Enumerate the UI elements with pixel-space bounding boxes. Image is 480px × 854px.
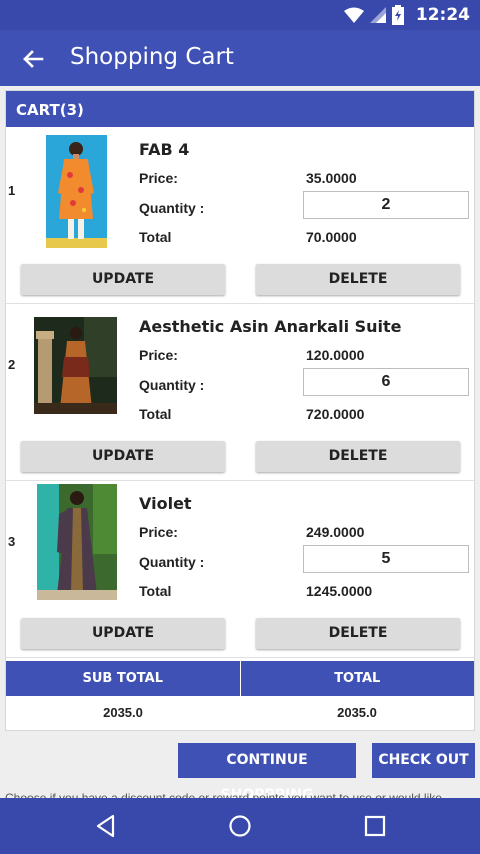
total-value: 70.0000	[306, 229, 357, 245]
signal-icon	[369, 7, 386, 23]
update-button[interactable]: UPDATE	[21, 441, 225, 472]
item-index: 1	[8, 183, 16, 198]
product-image	[34, 317, 117, 414]
battery-icon	[391, 5, 404, 25]
nav-back-icon[interactable]	[92, 812, 120, 840]
clock: 12:24	[415, 5, 470, 25]
delete-button[interactable]: DELETE	[256, 264, 460, 295]
totals-values: 2035.0 2035.0	[6, 696, 474, 730]
quantity-label: Quantity :	[139, 200, 205, 216]
update-button[interactable]: UPDATE	[21, 264, 225, 295]
total-label: Total	[139, 583, 172, 599]
cart-header: CART(3)	[6, 91, 474, 127]
price-value: 249.0000	[306, 524, 365, 540]
cart-item: 3 Violet Price: 249.0000 Quantity : 5 To…	[6, 481, 474, 658]
product-image	[37, 484, 117, 600]
subtotal-header: SUB TOTAL	[6, 661, 241, 696]
price-label: Price:	[139, 524, 178, 540]
nav-home-icon[interactable]	[226, 812, 254, 840]
total-label: Total	[139, 406, 172, 422]
wifi-icon	[343, 7, 364, 23]
product-name: FAB 4	[139, 140, 190, 159]
checkout-button[interactable]: CHECK OUT	[372, 743, 475, 778]
app-bar: Shopping Cart	[0, 30, 480, 86]
subtotal-value: 2035.0	[103, 705, 143, 720]
cart-item: 2 Aesthetic Asin Anarkali Suite Price: 1…	[6, 304, 474, 481]
nav-recents-icon[interactable]	[361, 812, 389, 840]
delete-button[interactable]: DELETE	[256, 618, 460, 649]
quantity-label: Quantity :	[139, 377, 205, 393]
product-name: Aesthetic Asin Anarkali Suite	[139, 317, 402, 336]
navigation-bar	[0, 798, 480, 854]
update-button[interactable]: UPDATE	[21, 618, 225, 649]
item-index: 2	[8, 357, 16, 372]
cart-item: 1 FAB 4 Price: 35.0000 Quantity : 2 Tota…	[6, 127, 474, 304]
status-icons: 12:24	[343, 4, 470, 26]
price-value: 120.0000	[306, 347, 365, 363]
price-label: Price:	[139, 347, 178, 363]
quantity-input[interactable]: 5	[303, 545, 469, 573]
totals-header: SUB TOTAL TOTAL	[6, 661, 474, 696]
total-header: TOTAL	[240, 661, 474, 696]
grand-total-value: 2035.0	[337, 705, 377, 720]
total-value: 720.0000	[306, 406, 365, 422]
page-title: Shopping Cart	[70, 44, 234, 70]
delete-button[interactable]: DELETE	[256, 441, 460, 472]
cart-panel: CART(3) 1 FAB 4 Price: 35.0000 Quantity …	[5, 90, 475, 731]
total-value: 1245.0000	[306, 583, 373, 599]
quantity-label: Quantity :	[139, 554, 205, 570]
discount-note: Choose if you have a discount code or re…	[5, 791, 442, 798]
status-bar: 12:24	[0, 0, 480, 30]
quantity-input[interactable]: 6	[303, 368, 469, 396]
price-value: 35.0000	[306, 170, 357, 186]
quantity-input[interactable]: 2	[303, 191, 469, 219]
back-arrow-icon[interactable]	[18, 44, 48, 74]
total-label: Total	[139, 229, 172, 245]
item-index: 3	[8, 534, 16, 549]
price-label: Price:	[139, 170, 178, 186]
product-name: Violet	[139, 494, 192, 513]
product-image	[46, 135, 107, 248]
continue-shopping-button[interactable]: CONTINUE SHOPPPING	[178, 743, 356, 803]
